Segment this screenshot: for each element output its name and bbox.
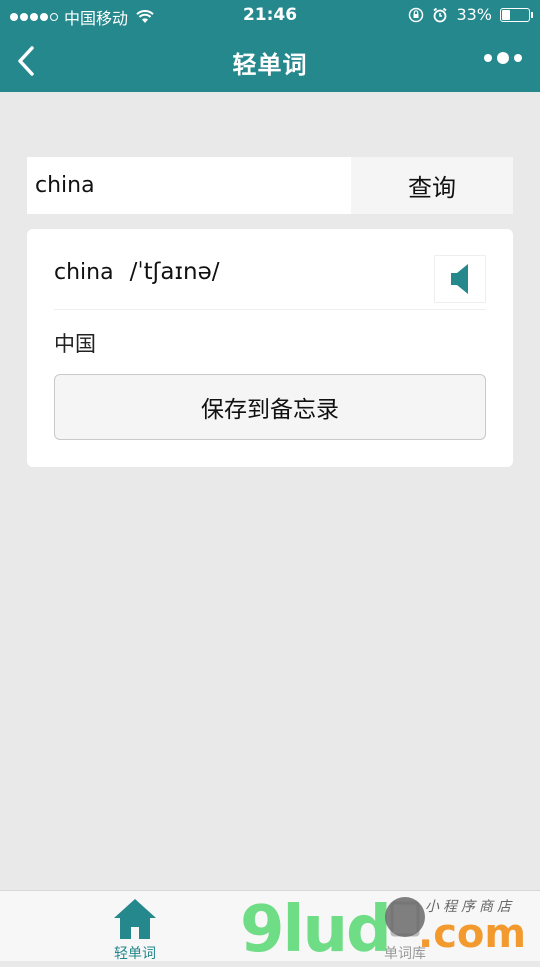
save-to-memo-button[interactable]: 保存到备忘录 [54, 374, 486, 440]
result-card: china /ˈtʃaɪnə/ 中国 保存到备忘录 [27, 229, 513, 467]
home-icon [114, 899, 156, 939]
nav-bar: 轻单词 [0, 30, 540, 92]
search-button[interactable]: 查询 [351, 157, 513, 214]
search-input[interactable] [27, 157, 351, 214]
word-row: china /ˈtʃaɪnə/ [54, 259, 220, 285]
battery-fill [502, 9, 510, 20]
result-meaning: 中国 [54, 332, 96, 356]
tab-label: 轻单词 [114, 946, 156, 962]
page-title: 轻单词 [232, 51, 308, 79]
status-bar: 中国移动 21:46 33% [0, 0, 540, 30]
divider [54, 309, 486, 310]
watermark-logo: 9lud .com 小程序商店 [240, 893, 540, 967]
result-word: china [54, 260, 114, 285]
result-phonetic: /ˈtʃaɪnə/ [129, 259, 220, 285]
alarm-icon [433, 7, 447, 22]
more-menu-button[interactable] [484, 52, 522, 64]
status-right: 33% [408, 5, 533, 24]
more-dot-icon [484, 54, 492, 62]
battery-icon [500, 7, 533, 22]
battery-percent: 33% [456, 5, 492, 24]
pronunciation-button[interactable] [434, 255, 486, 303]
search-row: 查询 [27, 157, 513, 214]
orientation-lock-icon [409, 7, 424, 22]
speaker-icon [451, 264, 468, 294]
more-dot-icon [497, 52, 509, 64]
watermark-text: 9lud [240, 893, 392, 967]
tab-home[interactable]: 轻单词 [75, 897, 195, 963]
watermark-tagline: 小程序商店 [425, 899, 515, 915]
watermark-domain: .com [418, 911, 527, 957]
more-dot-icon [514, 54, 522, 62]
